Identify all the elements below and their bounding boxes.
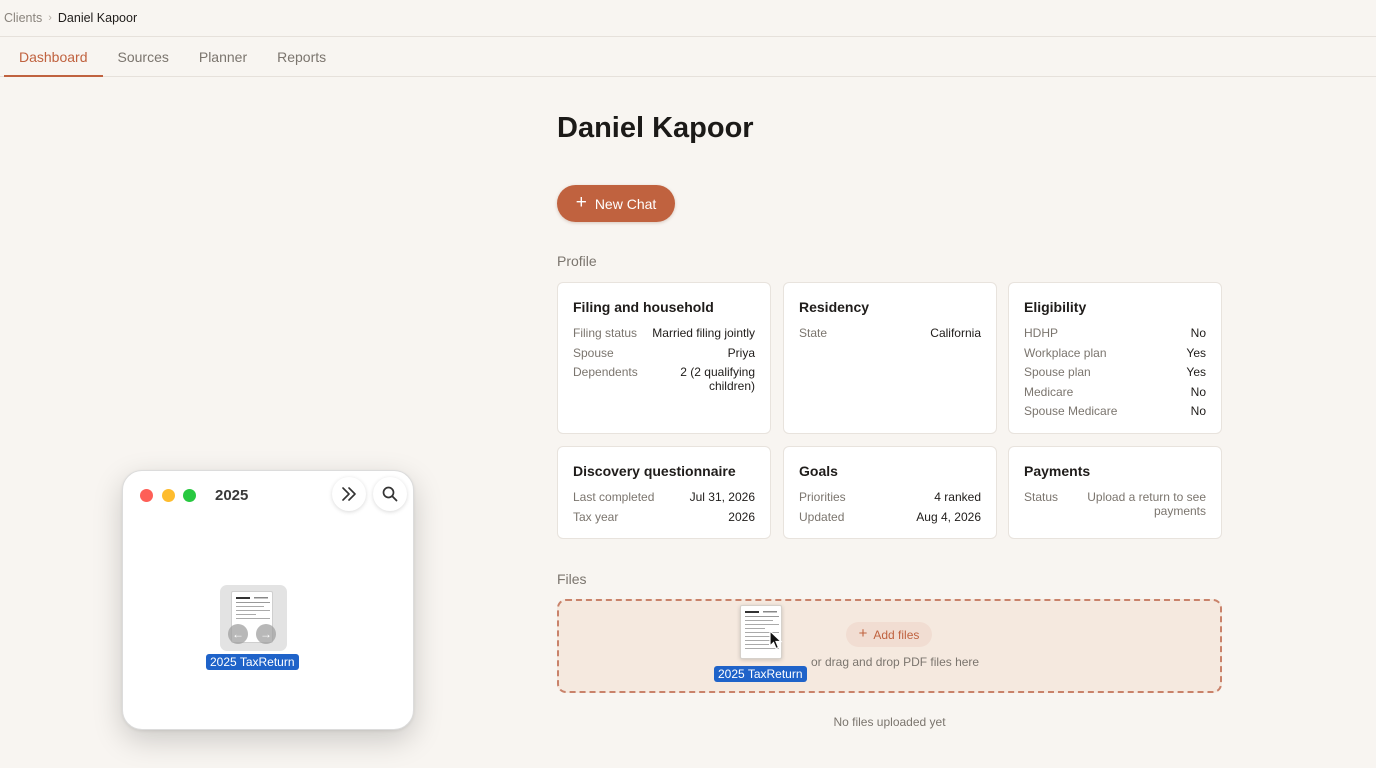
card-row: Spouse Medicare No	[1024, 404, 1206, 418]
breadcrumb: Clients › Daniel Kapoor	[0, 0, 1376, 37]
card-row: Priorities 4 ranked	[799, 490, 981, 504]
plus-icon: +	[858, 625, 868, 642]
empty-files-message: No files uploaded yet	[833, 715, 946, 729]
residency-card: Residency State California	[783, 282, 997, 434]
row-key: Workplace plan	[1024, 345, 1107, 360]
card-row: Dependents 2 (2 qualifying children)	[573, 365, 755, 393]
card-row: Medicare No	[1024, 385, 1206, 399]
card-title: Eligibility	[1024, 299, 1087, 315]
row-value: Married filing jointly	[652, 326, 755, 340]
card-row: Tax year 2026	[573, 510, 755, 524]
row-key: Spouse Medicare	[1024, 404, 1118, 418]
breadcrumb-clients-link[interactable]: Clients	[4, 11, 42, 25]
profile-section-label: Profile	[557, 253, 597, 269]
card-title: Goals	[799, 463, 838, 479]
goals-card: Goals Priorities 4 ranked Updated Aug 4,…	[783, 446, 997, 539]
discovery-questionnaire-card: Discovery questionnaire Last completed J…	[557, 446, 771, 539]
card-row: Spouse Priya	[573, 346, 755, 360]
add-files-label: Add files	[873, 627, 920, 642]
add-files-button[interactable]: + Add files	[846, 622, 932, 647]
card-row: Updated Aug 4, 2026	[799, 510, 981, 524]
card-row: Filing status Married filing jointly	[573, 326, 755, 340]
tab-planner[interactable]: Planner	[184, 37, 262, 76]
row-key: Updated	[799, 509, 845, 524]
row-value: No	[1190, 384, 1206, 399]
card-title: Discovery questionnaire	[573, 463, 736, 479]
row-value: Jul 31, 2026	[689, 490, 755, 504]
card-row: Last completed Jul 31, 2026	[573, 490, 755, 504]
zoom-window-button[interactable]	[183, 489, 196, 502]
row-key: Medicare	[1024, 384, 1074, 399]
card-row: Workplace plan Yes	[1024, 346, 1206, 360]
new-chat-label: New Chat	[594, 195, 657, 212]
page-title: Daniel Kapoor	[557, 112, 754, 144]
card-title: Residency	[799, 299, 870, 315]
row-key: Filing status	[573, 326, 638, 340]
card-row: Spouse plan Yes	[1024, 365, 1206, 379]
eligibility-card: Eligibility HDHP No Workplace plan Yes S…	[1008, 282, 1222, 434]
card-row: HDHP No	[1024, 326, 1206, 340]
filing-household-card: Filing and household Filing status Marri…	[557, 282, 771, 434]
card-row: Status Upload a return to see payments	[1024, 490, 1206, 518]
card-row: State California	[799, 326, 981, 340]
row-key: Spouse plan	[1024, 365, 1091, 379]
row-value: Yes	[1186, 345, 1206, 360]
drop-hint: or drag and drop PDF files here	[811, 655, 980, 669]
row-key: HDHP	[1024, 326, 1059, 340]
breadcrumb-separator-icon: ›	[48, 12, 52, 24]
finder-window[interactable]: 2025 ← → 2025 TaxReturn	[122, 470, 414, 730]
finder-file-label[interactable]: 2025 TaxReturn	[206, 654, 299, 670]
row-value: California	[930, 326, 981, 340]
row-value: Yes	[1186, 365, 1206, 379]
row-key: Spouse	[573, 345, 614, 360]
row-value: 2026	[728, 509, 755, 524]
row-key: Status	[1024, 490, 1059, 504]
row-value: Aug 4, 2026	[916, 509, 981, 524]
minimize-window-button[interactable]	[162, 489, 175, 502]
row-key: Tax year	[573, 509, 619, 524]
card-title: Filing and household	[573, 299, 714, 315]
row-value: Upload a return to see payments	[1087, 490, 1206, 518]
new-chat-button[interactable]: + New Chat	[557, 185, 675, 222]
row-key: Last completed	[573, 490, 655, 504]
row-key: Dependents	[573, 365, 638, 379]
dragged-file-label: 2025 TaxReturn	[714, 666, 807, 682]
files-section-label: Files	[557, 571, 587, 587]
more-toolbar-button[interactable]	[332, 477, 366, 511]
payments-card: Payments Status Upload a return to see p…	[1008, 446, 1222, 539]
card-title: Payments	[1024, 463, 1091, 479]
row-value: 2 (2 qualifying children)	[680, 365, 755, 393]
tab-reports[interactable]: Reports	[262, 37, 341, 76]
chevron-double-right-icon	[342, 487, 356, 501]
arrow-left-icon[interactable]: ←	[228, 624, 248, 644]
mouse-pointer-icon	[769, 630, 783, 650]
row-value: 4 ranked	[934, 490, 981, 504]
search-icon	[382, 486, 398, 502]
arrow-right-icon[interactable]: →	[256, 624, 276, 644]
tab-sources[interactable]: Sources	[103, 37, 184, 76]
row-key: State	[799, 326, 828, 340]
finder-title: 2025	[215, 487, 249, 504]
plus-icon: +	[575, 192, 587, 213]
row-value: No	[1190, 326, 1206, 340]
row-value: No	[1190, 404, 1206, 418]
row-key: Priorities	[799, 490, 846, 504]
close-window-button[interactable]	[140, 489, 153, 502]
tab-bar: Dashboard Sources Planner Reports	[0, 37, 1376, 77]
finder-search-button[interactable]	[373, 477, 407, 511]
breadcrumb-current: Daniel Kapoor	[57, 11, 138, 25]
tab-dashboard[interactable]: Dashboard	[4, 37, 103, 77]
row-value: Priya	[727, 345, 755, 360]
